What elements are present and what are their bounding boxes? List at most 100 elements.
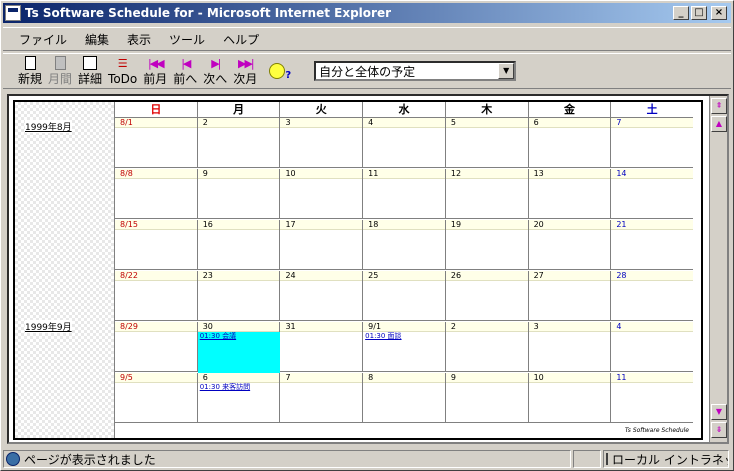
day-number[interactable]: 28 xyxy=(611,271,694,281)
day-cell[interactable]: 4 xyxy=(363,118,446,167)
day-number[interactable]: 10 xyxy=(528,373,611,383)
day-cell[interactable]: 30 01:30 会議 xyxy=(197,322,281,373)
day-number[interactable]: 11 xyxy=(611,373,694,383)
day-cell[interactable]: 4 xyxy=(611,322,694,371)
scroll-up-icon[interactable]: ▲ xyxy=(711,116,727,132)
day-cell[interactable]: 10 xyxy=(280,169,364,218)
day-cell[interactable]: 12 xyxy=(445,169,529,218)
scroll-bottom-icon[interactable]: ⇟ xyxy=(711,422,727,438)
day-cell[interactable]: 8/22 xyxy=(115,271,198,320)
vertical-scrollbar[interactable]: ⇞ ▲ ▼ ⇟ xyxy=(709,96,727,442)
menu-tools[interactable]: ツール xyxy=(160,31,214,48)
month-label-aug[interactable]: 1999年8月 xyxy=(25,120,72,133)
day-number[interactable]: 6 xyxy=(528,118,611,128)
day-cell[interactable]: 8/15 xyxy=(115,220,198,269)
day-number[interactable]: 8 xyxy=(363,373,445,383)
day-number[interactable]: 6 xyxy=(197,373,280,383)
close-button[interactable]: × xyxy=(711,6,727,20)
day-number[interactable]: 18 xyxy=(363,220,445,230)
day-cell[interactable]: 10 xyxy=(528,373,612,422)
day-cell[interactable]: 17 xyxy=(280,220,364,269)
day-number[interactable]: 27 xyxy=(528,271,611,281)
day-cell[interactable]: 5 xyxy=(445,118,529,167)
day-number[interactable]: 19 xyxy=(445,220,528,230)
day-number[interactable]: 9/1 xyxy=(363,322,445,332)
next-button[interactable]: ▶| 次へ xyxy=(200,54,230,88)
day-number[interactable]: 31 xyxy=(280,322,363,332)
day-number[interactable]: 8/29 xyxy=(115,322,197,332)
day-number[interactable]: 17 xyxy=(280,220,363,230)
day-number[interactable]: 13 xyxy=(528,169,611,179)
scroll-top-icon[interactable]: ⇞ xyxy=(711,98,727,114)
day-number[interactable]: 8/15 xyxy=(115,220,197,230)
day-number[interactable]: 4 xyxy=(363,118,445,128)
day-cell[interactable]: 8/29 xyxy=(115,322,198,371)
view-filter-select[interactable]: 自分と全体の予定 ▼ xyxy=(314,61,517,81)
day-number[interactable]: 30 xyxy=(197,322,280,332)
day-cell[interactable]: 21 xyxy=(611,220,694,269)
day-number[interactable]: 5 xyxy=(445,118,528,128)
event-link[interactable]: 01:30 面談 xyxy=(363,332,445,341)
day-cell[interactable]: 8 xyxy=(363,373,446,422)
day-number[interactable]: 7 xyxy=(611,118,694,128)
day-number[interactable]: 7 xyxy=(280,373,363,383)
help-button[interactable]: ? xyxy=(266,54,294,88)
day-number[interactable]: 26 xyxy=(445,271,528,281)
detail-button[interactable]: 詳細 xyxy=(75,54,105,88)
scroll-down-icon[interactable]: ▼ xyxy=(711,404,727,420)
day-number[interactable]: 11 xyxy=(363,169,445,179)
minimize-button[interactable]: _ xyxy=(673,6,689,20)
day-cell[interactable]: 8/1 xyxy=(115,118,198,167)
day-cell[interactable]: 2 xyxy=(445,322,529,371)
month-view-button[interactable]: 月間 xyxy=(45,54,75,88)
day-cell[interactable]: 16 xyxy=(197,220,281,269)
day-number[interactable]: 23 xyxy=(197,271,280,281)
day-number[interactable]: 9 xyxy=(445,373,528,383)
day-number[interactable]: 2 xyxy=(197,118,280,128)
day-number[interactable]: 16 xyxy=(197,220,280,230)
prev-month-button[interactable]: |◀◀ 前月 xyxy=(140,54,170,88)
next-month-button[interactable]: ▶▶| 次月 xyxy=(230,54,260,88)
day-number[interactable]: 9/5 xyxy=(115,373,197,383)
day-number[interactable]: 9 xyxy=(197,169,280,179)
day-cell[interactable]: 3 xyxy=(280,118,364,167)
day-number[interactable]: 3 xyxy=(280,118,363,128)
day-number[interactable]: 14 xyxy=(611,169,694,179)
day-cell[interactable]: 28 xyxy=(611,271,694,320)
day-cell[interactable]: 2 xyxy=(197,118,281,167)
event-link[interactable]: 01:30 来客訪問 xyxy=(198,383,280,392)
day-number[interactable]: 24 xyxy=(280,271,363,281)
day-number[interactable]: 3 xyxy=(528,322,611,332)
menu-edit[interactable]: 編集 xyxy=(76,31,118,48)
day-number[interactable]: 25 xyxy=(363,271,445,281)
day-cell[interactable]: 7 xyxy=(280,373,364,422)
day-cell[interactable]: 18 xyxy=(363,220,446,269)
day-number[interactable]: 8/8 xyxy=(115,169,197,179)
day-number[interactable]: 10 xyxy=(280,169,363,179)
chevron-down-icon[interactable]: ▼ xyxy=(498,63,515,79)
day-cell[interactable]: 23 xyxy=(197,271,281,320)
day-cell[interactable]: 27 xyxy=(528,271,612,320)
day-cell[interactable]: 11 xyxy=(611,373,694,422)
day-cell[interactable]: 26 xyxy=(445,271,529,320)
prev-button[interactable]: |◀ 前へ xyxy=(170,54,200,88)
day-number[interactable]: 8/22 xyxy=(115,271,197,281)
day-cell[interactable]: 11 xyxy=(363,169,446,218)
day-cell[interactable]: 25 xyxy=(363,271,446,320)
day-number[interactable]: 21 xyxy=(611,220,694,230)
menu-help[interactable]: ヘルプ xyxy=(214,31,268,48)
menu-view[interactable]: 表示 xyxy=(118,31,160,48)
day-number[interactable]: 2 xyxy=(445,322,528,332)
month-label-sep[interactable]: 1999年9月 xyxy=(25,320,72,333)
menu-file[interactable]: ファイル xyxy=(3,31,76,48)
day-number[interactable]: 8/1 xyxy=(115,118,197,128)
day-cell[interactable]: 9 xyxy=(445,373,529,422)
day-cell[interactable]: 7 xyxy=(611,118,694,167)
day-cell[interactable]: 24 xyxy=(280,271,364,320)
day-cell[interactable]: 9/1 01:30 面談 xyxy=(363,322,446,371)
day-number[interactable]: 4 xyxy=(611,322,694,332)
day-cell[interactable]: 13 xyxy=(528,169,612,218)
day-number[interactable]: 20 xyxy=(528,220,611,230)
event-link[interactable]: 01:30 会議 xyxy=(198,332,280,341)
maximize-button[interactable]: □ xyxy=(691,6,707,20)
